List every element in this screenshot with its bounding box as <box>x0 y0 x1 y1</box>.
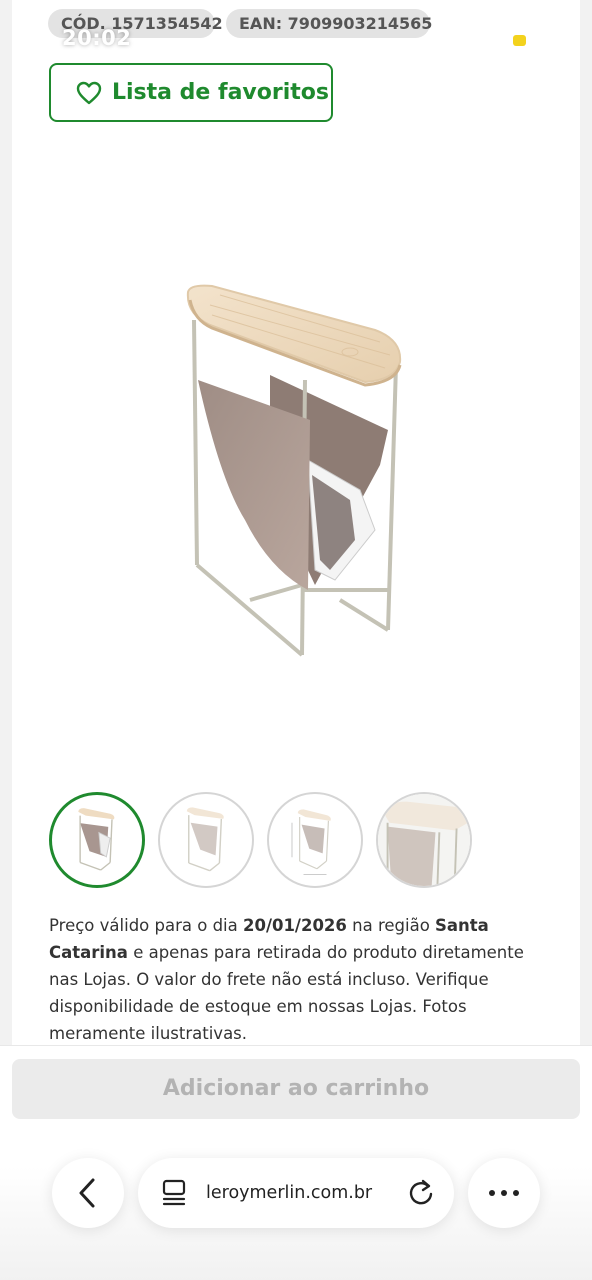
thumbnail-image <box>378 794 470 886</box>
status-icons <box>432 31 552 50</box>
add-to-cart-button[interactable]: Adicionar ao carrinho <box>12 1059 580 1119</box>
favorites-label: Lista de favoritos <box>112 80 329 105</box>
price-notice: Preço válido para o dia 20/01/2026 na re… <box>49 916 524 1043</box>
chevron-left-icon <box>79 1178 95 1208</box>
signal-icon <box>432 32 454 49</box>
heart-icon <box>76 81 102 104</box>
thumbnail-image <box>78 808 115 871</box>
thumbnail-image <box>291 809 331 875</box>
more-button[interactable] <box>468 1158 540 1228</box>
url-text: leroymerlin.com.br <box>206 1183 373 1203</box>
status-time: 20:02 <box>62 26 132 50</box>
notice-date: 20/01/2026 <box>242 916 347 935</box>
thumbnail-3[interactable] <box>267 792 363 888</box>
wifi-icon <box>472 31 500 48</box>
thumbnail-1[interactable] <box>49 792 145 888</box>
tabs-icon <box>162 1179 186 1206</box>
reload-icon[interactable] <box>406 1178 436 1208</box>
more-dots-icon <box>489 1190 519 1196</box>
thumbnail-2[interactable] <box>158 792 254 888</box>
product-image[interactable] <box>150 270 440 670</box>
product-ean-chip: EAN: 7909903214565 <box>226 9 432 38</box>
favorites-button[interactable]: Lista de favoritos <box>49 63 333 122</box>
back-button[interactable] <box>52 1158 124 1228</box>
battery-icon <box>509 31 552 50</box>
address-bar[interactable]: leroymerlin.com.br <box>138 1158 454 1228</box>
thumbnail-image <box>186 807 224 872</box>
thumbnail-4[interactable] <box>376 792 472 888</box>
